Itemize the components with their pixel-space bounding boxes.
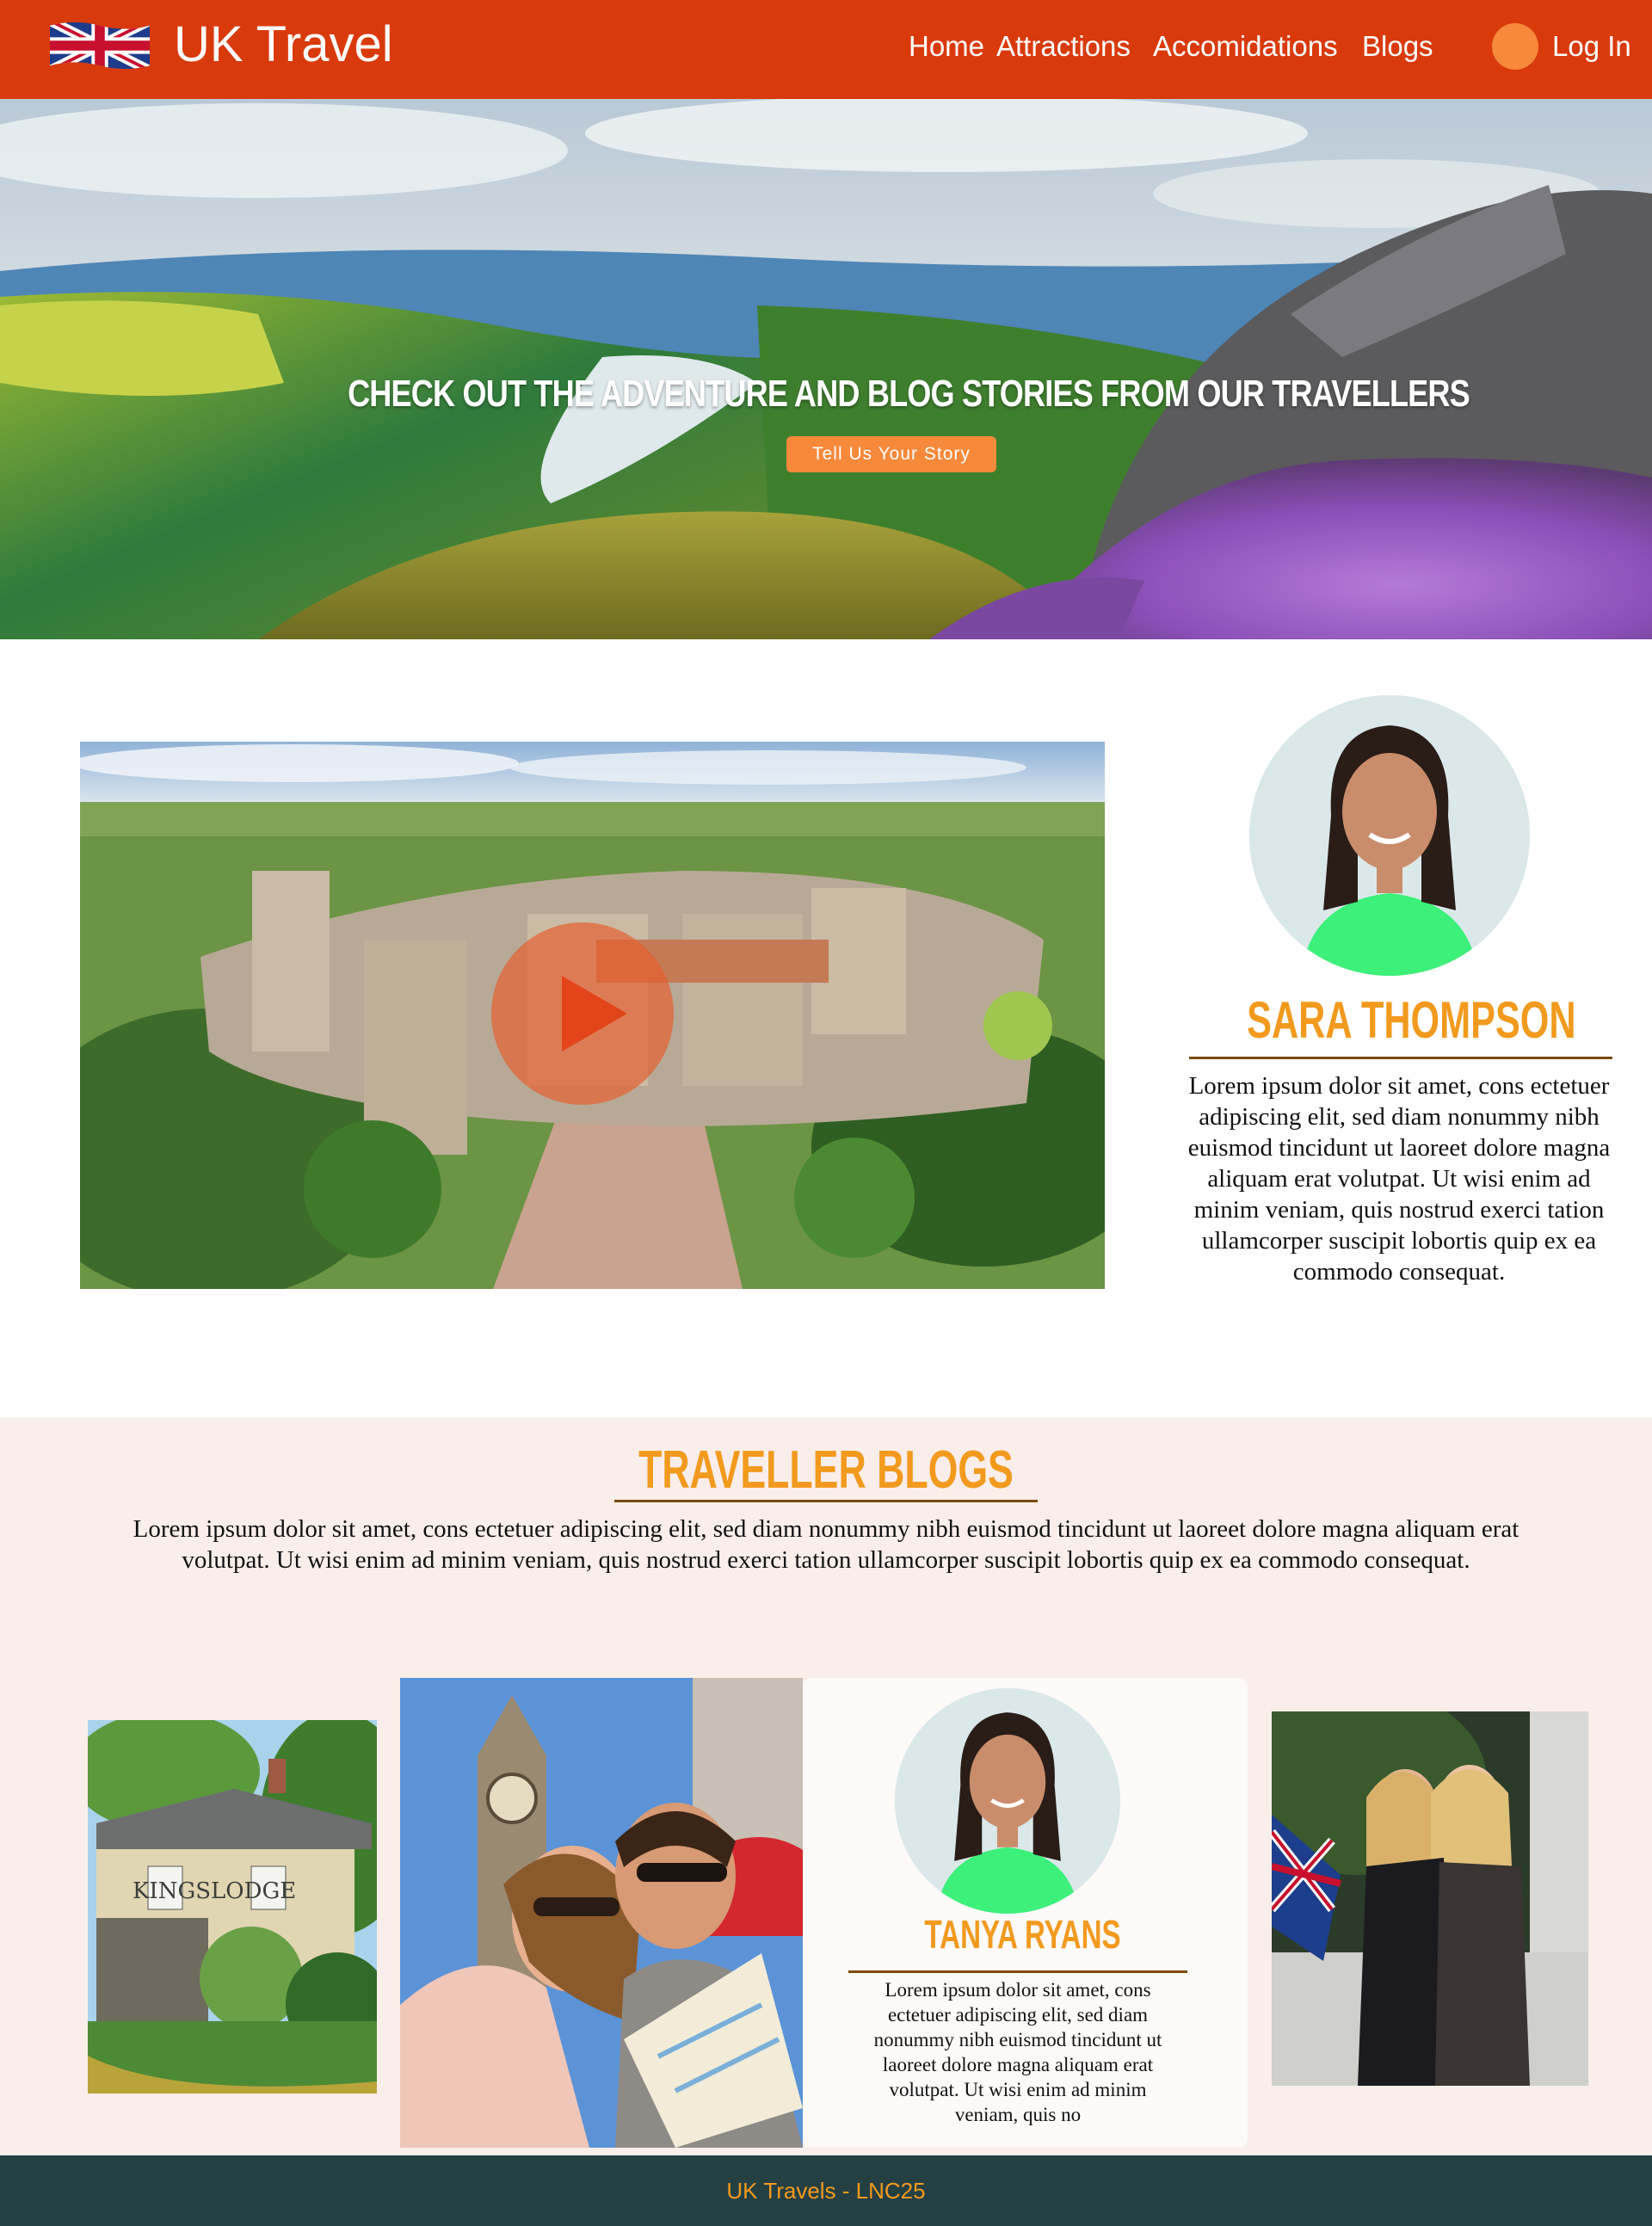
nav-accomodations-link[interactable]: Accomidations (1153, 28, 1338, 65)
navbar: UK Travel Home Attractions Accomidations… (0, 0, 1652, 99)
blog-card-text: Lorem ipsum dolor sit amet, cons ectetue… (873, 1979, 1162, 2125)
blogs-divider (614, 1500, 1038, 1502)
login-link[interactable]: Log In (1552, 28, 1631, 65)
kingslodge-sign: KINGSLODGE (133, 1878, 296, 1904)
friends-flag-photo[interactable] (1272, 1711, 1588, 2086)
blog-card-avatar (895, 1688, 1120, 1914)
brand-title[interactable]: UK Travel (174, 14, 393, 76)
blogs-heading: TRAVELLER BLOGS (638, 1440, 1014, 1500)
blog-card[interactable]: TANYA RYANS Lorem ipsum dolor sit amet, … (803, 1678, 1248, 2148)
featured-video[interactable] (80, 742, 1105, 1289)
blog-card-divider (848, 1970, 1187, 1973)
uk-flag-icon (50, 22, 150, 70)
blog-card-name: TANYA RYANS (924, 1912, 1121, 1957)
hero-landscape-image (0, 99, 1652, 639)
cottage-photo[interactable]: KINGSLODGE (88, 1720, 377, 2093)
nav-blogs-link[interactable]: Blogs (1362, 28, 1433, 65)
author-divider (1189, 1057, 1612, 1059)
nav-home-link[interactable]: Home (909, 28, 984, 65)
author-bio: Lorem ipsum dolor sit amet, cons ectetue… (1187, 1072, 1611, 1286)
author-name: SARA THOMPSON (1247, 991, 1576, 1049)
hero-banner: CHECK OUT THE ADVENTURE AND BLOG STORIES… (0, 99, 1652, 639)
couple-big-ben-photo[interactable] (400, 1678, 803, 2148)
blogs-intro: Lorem ipsum dolor sit amet, cons ectetue… (133, 1515, 1519, 1574)
footer-text: UK Travels - LNC25 (726, 2178, 926, 2204)
footer: UK Travels - LNC25 (0, 2155, 1652, 2226)
play-icon[interactable] (491, 922, 674, 1105)
tell-story-button[interactable]: Tell Us Your Story (786, 436, 996, 472)
hero-title: CHECK OUT THE ADVENTURE AND BLOG STORIES… (348, 373, 1470, 415)
login-dot-icon[interactable] (1492, 23, 1538, 70)
nav-attractions-link[interactable]: Attractions (996, 28, 1131, 65)
author-avatar (1249, 695, 1530, 976)
